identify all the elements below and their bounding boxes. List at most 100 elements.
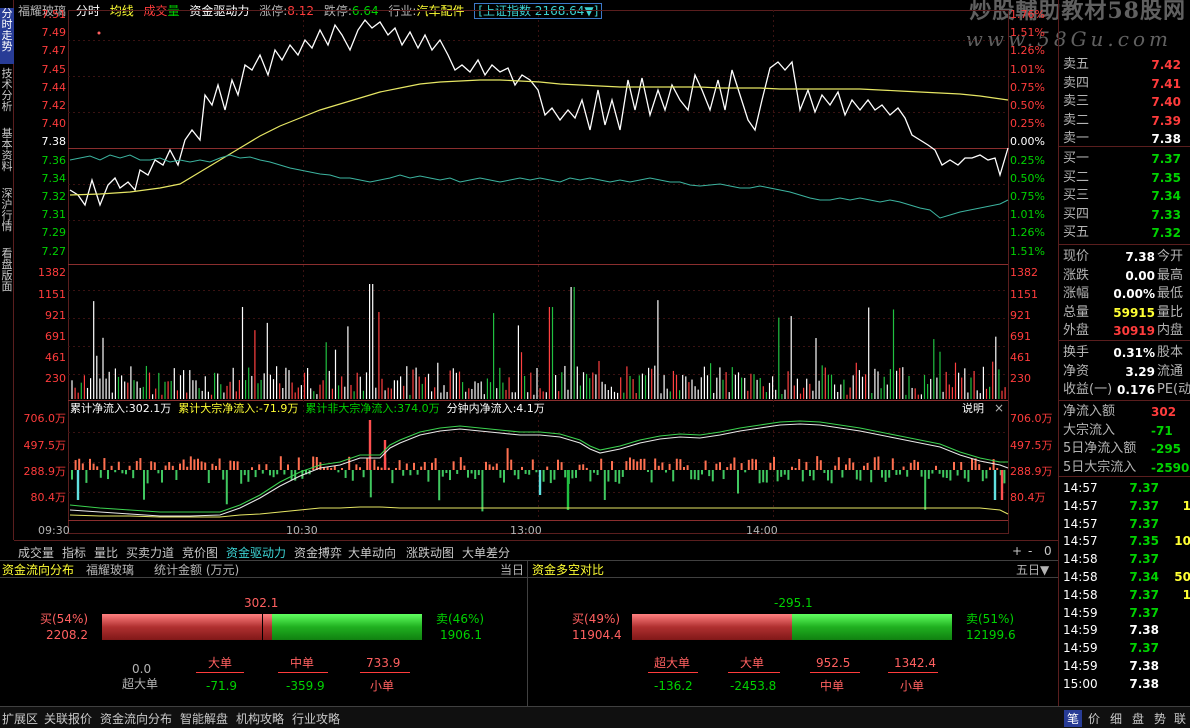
- side-tab-book[interactable]: 盘: [1132, 710, 1144, 727]
- tick-time: 14:57: [1063, 534, 1098, 549]
- side-tab-detail[interactable]: 细: [1110, 710, 1122, 727]
- tab-volume[interactable]: 成交量: [18, 544, 54, 561]
- time-label-0930: 09:30: [38, 524, 70, 537]
- tab-capital-drive[interactable]: 资金驱动力: [226, 544, 286, 561]
- ask-level-price[interactable]: 7.41: [1131, 75, 1181, 93]
- percent-tick: 0.00%: [1010, 135, 1045, 149]
- status-tab-institution[interactable]: 机构攻略: [236, 710, 284, 727]
- panel-left-period[interactable]: 当日: [500, 563, 524, 577]
- left-buy-label: 买(54%): [40, 612, 89, 626]
- flow-label: 5日大宗流入: [1063, 459, 1137, 475]
- left-big-label: 大单: [208, 656, 233, 670]
- tick-time: 14:58: [1063, 552, 1098, 567]
- right-sell-value: 12199.6: [966, 628, 1016, 642]
- status-tab-industry[interactable]: 行业攻略: [292, 710, 340, 727]
- flow-tick-right: 80.4万: [1010, 491, 1046, 504]
- ask-level-price[interactable]: 7.39: [1131, 112, 1181, 130]
- side-tab-trend[interactable]: 势: [1154, 710, 1166, 727]
- price-tick: 7.27: [41, 244, 67, 258]
- tick-price: 7.37: [1129, 516, 1159, 531]
- tab-large-order-diff[interactable]: 大单差分: [462, 544, 510, 561]
- stat-label-2: PE(动: [1157, 382, 1190, 397]
- bid-level-price[interactable]: 7.32: [1131, 224, 1181, 242]
- side-tab-price[interactable]: 价: [1088, 710, 1100, 727]
- price-tick: 7.44: [41, 80, 67, 94]
- status-tab-related[interactable]: 关联报价: [44, 710, 92, 727]
- left-buy-value: 2208.2: [46, 628, 88, 642]
- tab-auction[interactable]: 竞价图: [182, 544, 218, 561]
- percent-tick: 1.76%: [1010, 8, 1045, 21]
- right-xl-value: -136.2: [654, 679, 693, 693]
- flow-legend: 累计净流入:302.1万 累计大宗净流入:-71.9万 累计非大宗净流入:374…: [70, 402, 545, 416]
- percent-tick: 1.51%: [1010, 26, 1045, 40]
- bid-level-price[interactable]: 7.37: [1131, 150, 1181, 168]
- status-tab-extension[interactable]: 扩展区: [2, 710, 38, 727]
- price-tick: 7.34: [41, 171, 67, 185]
- zoom-out-button[interactable]: -: [1028, 544, 1032, 558]
- tab-volume-ratio[interactable]: 量比: [94, 544, 118, 561]
- flow-tick-left: 497.5万: [23, 439, 67, 452]
- volume-tick-right: 1382: [1010, 266, 1038, 279]
- tab-buy-sell-power[interactable]: 买卖力道: [126, 544, 174, 561]
- status-tab-capital-flow[interactable]: 资金流向分布: [100, 710, 172, 727]
- side-tab-trades[interactable]: 笔: [1064, 710, 1083, 727]
- quote-label-2: 量比: [1157, 304, 1184, 320]
- flow-label: 大宗流入: [1063, 422, 1116, 438]
- right-buy-value: 11904.4: [572, 628, 622, 642]
- bid-level-price[interactable]: 7.33: [1131, 206, 1181, 224]
- left-big-underline: [196, 672, 244, 673]
- stat-value: 3.29: [1125, 364, 1155, 379]
- panel-right-period[interactable]: 五日▼: [1016, 563, 1049, 577]
- price-tick: 7.32: [41, 190, 67, 203]
- left-small-value: 733.9: [366, 656, 401, 670]
- flow-value: -295: [1151, 442, 1182, 456]
- stat-value: 0.176: [1117, 383, 1155, 397]
- tick-time: 14:57: [1063, 498, 1098, 513]
- tab-indicator[interactable]: 指标: [62, 544, 86, 561]
- flow-tick-left: 80.4万: [30, 491, 67, 504]
- right-big-underline: [728, 672, 780, 673]
- ask-level-price[interactable]: 7.42: [1131, 56, 1181, 74]
- volume-tick-right: 1151: [1010, 288, 1038, 301]
- quote-label-2: 内盘: [1157, 323, 1184, 338]
- quote-label-2: 最低: [1157, 286, 1184, 301]
- zoom-in-button[interactable]: +: [1012, 544, 1022, 558]
- tab-large-order[interactable]: 大单动向: [348, 544, 396, 561]
- indicator-tab-bar: 成交量 指标 量比 买卖力道 竞价图 资金驱动力 资金搏弈 大单动向 涨跌动图 …: [14, 540, 1058, 560]
- stat-label: 净资: [1063, 363, 1090, 379]
- left-bar-marker: [262, 614, 263, 640]
- panel-right-title[interactable]: 资金多空对比: [532, 563, 604, 577]
- close-icon[interactable]: ×: [994, 401, 1004, 415]
- quote-value: 59915: [1113, 305, 1155, 320]
- status-tab-smart[interactable]: 智能解盘: [180, 710, 228, 727]
- right-mid-label: 中单: [820, 679, 845, 693]
- bid-level-price[interactable]: 7.34: [1131, 187, 1181, 205]
- volume-tick-left: 1151: [38, 288, 66, 301]
- side-tab-link[interactable]: 联: [1174, 710, 1186, 727]
- flow-tick-left: 288.9万: [23, 465, 67, 478]
- bid-level-price[interactable]: 7.35: [1131, 169, 1181, 187]
- tick-price: 7.37: [1129, 552, 1159, 567]
- price-tick: 7.29: [41, 226, 67, 240]
- help-button[interactable]: 说明: [962, 402, 984, 416]
- tick-price: 7.38: [1129, 676, 1159, 691]
- volume-tick-right: 230: [1010, 372, 1031, 385]
- legend-total-inflow: 累计净流入:302.1万: [70, 402, 172, 415]
- price-tick: 7.38: [41, 135, 67, 149]
- panel-left-stock: 福耀玻璃: [86, 563, 135, 577]
- quote-label: 现价: [1063, 249, 1090, 264]
- tick-volume: 1: [1182, 498, 1190, 513]
- tab-capital-game[interactable]: 资金搏弈: [294, 544, 342, 561]
- zoom-reset-button[interactable]: 0: [1044, 544, 1052, 558]
- tick-time: 14:59: [1063, 605, 1098, 620]
- flow-tick-right: 706.0万: [1010, 412, 1053, 425]
- right-sell-label: 卖(51%): [966, 612, 1015, 626]
- tick-time: 14:59: [1063, 641, 1098, 656]
- bid-level-label: 买三: [1063, 188, 1090, 203]
- quote-value: 30919: [1113, 324, 1155, 338]
- quote-label: 外盘: [1063, 323, 1090, 338]
- ask-level-price[interactable]: 7.40: [1131, 93, 1181, 111]
- left-big-value: -71.9: [206, 679, 238, 693]
- panel-left-title[interactable]: 资金流向分布: [2, 563, 74, 577]
- tab-rise-fall[interactable]: 涨跌动图: [406, 544, 454, 561]
